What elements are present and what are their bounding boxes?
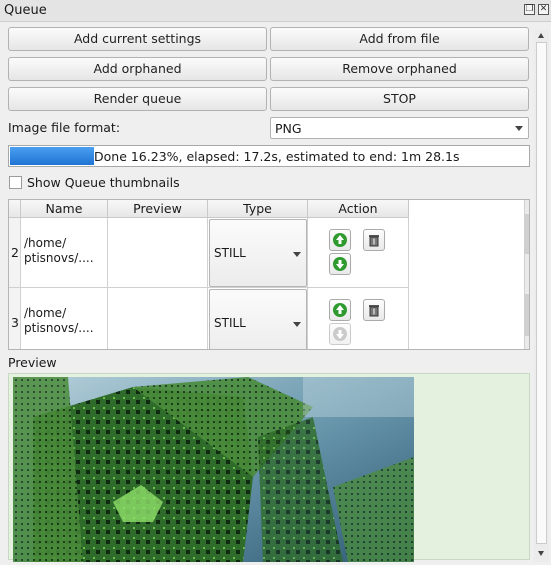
- window-scrollbar[interactable]: [534, 30, 549, 562]
- column-header-type[interactable]: Type: [208, 200, 308, 218]
- type-select[interactable]: STILL: [209, 289, 307, 349]
- arrow-up-icon: [333, 233, 347, 247]
- queue-table: Name Preview Type Action 2 /home/ ptisno…: [8, 199, 530, 350]
- move-up-button[interactable]: [329, 229, 351, 251]
- delete-button[interactable]: [363, 229, 385, 251]
- type-value: STILL: [214, 246, 246, 260]
- float-icon[interactable]: ❐: [524, 4, 535, 15]
- progress-text: Done 16.23%, elapsed: 17.2s, estimated t…: [94, 149, 460, 164]
- stop-button[interactable]: STOP: [270, 87, 529, 111]
- action-cell: [308, 288, 409, 349]
- scroll-up-icon[interactable]: [538, 33, 544, 38]
- chevron-down-icon: [515, 126, 523, 131]
- image-format-select[interactable]: PNG: [270, 117, 529, 139]
- type-value: STILL: [214, 316, 246, 330]
- preview-cell: [108, 288, 208, 349]
- delete-button[interactable]: [363, 299, 385, 321]
- close-icon[interactable]: ✕: [538, 4, 549, 15]
- scroll-down-icon[interactable]: [538, 551, 544, 556]
- file-path: /home/ ptisnovs/....: [24, 306, 94, 335]
- remove-orphaned-button[interactable]: Remove orphaned: [270, 57, 529, 81]
- trash-icon: [369, 235, 379, 247]
- add-current-settings-button[interactable]: Add current settings: [8, 27, 267, 51]
- move-down-button[interactable]: [329, 323, 351, 345]
- progress-bar: Done 16.23%, elapsed: 17.2s, estimated t…: [8, 145, 530, 167]
- move-down-button[interactable]: [329, 253, 351, 275]
- column-header-action[interactable]: Action: [308, 200, 409, 218]
- row-header-corner: [9, 200, 21, 218]
- window-title: Queue: [4, 3, 47, 18]
- column-header-preview[interactable]: Preview: [108, 200, 208, 218]
- table-scrollbar-thumb[interactable]: [525, 214, 529, 254]
- scroll-down-icon[interactable]: [529, 339, 530, 344]
- file-path: /home/ ptisnovs/....: [24, 236, 94, 265]
- type-select[interactable]: STILL: [209, 219, 307, 287]
- row-index: 2: [11, 245, 19, 260]
- table-scrollbar-track: [525, 294, 529, 336]
- action-cell: [308, 218, 409, 288]
- table-scrollbar[interactable]: [524, 200, 530, 349]
- move-up-button[interactable]: [329, 299, 351, 321]
- arrow-down-icon: [333, 327, 347, 341]
- scroll-up-icon[interactable]: [529, 204, 530, 209]
- preview-cell: [108, 218, 208, 288]
- trash-icon: [369, 305, 379, 317]
- title-bar: Queue ❐ ✕: [0, 0, 551, 22]
- show-thumbnails-checkbox[interactable]: [9, 176, 22, 189]
- show-thumbnails-label: Show Queue thumbnails: [27, 175, 180, 190]
- progress-fill: [10, 147, 94, 165]
- render-queue-button[interactable]: Render queue: [8, 87, 267, 111]
- add-orphaned-button[interactable]: Add orphaned: [8, 57, 267, 81]
- arrow-up-icon: [333, 303, 347, 317]
- column-header-name[interactable]: Name: [21, 200, 108, 218]
- preview-panel: [8, 373, 530, 562]
- row-index: 3: [11, 315, 19, 330]
- preview-image: [13, 377, 414, 562]
- chevron-down-icon: [293, 322, 301, 327]
- image-format-label: Image file format:: [8, 120, 121, 135]
- add-from-file-button[interactable]: Add from file: [270, 27, 529, 51]
- preview-label: Preview: [8, 355, 57, 370]
- arrow-down-icon: [333, 257, 347, 271]
- chevron-down-icon: [293, 252, 301, 257]
- window-scrollbar-thumb[interactable]: [536, 42, 547, 544]
- image-format-value: PNG: [275, 121, 302, 136]
